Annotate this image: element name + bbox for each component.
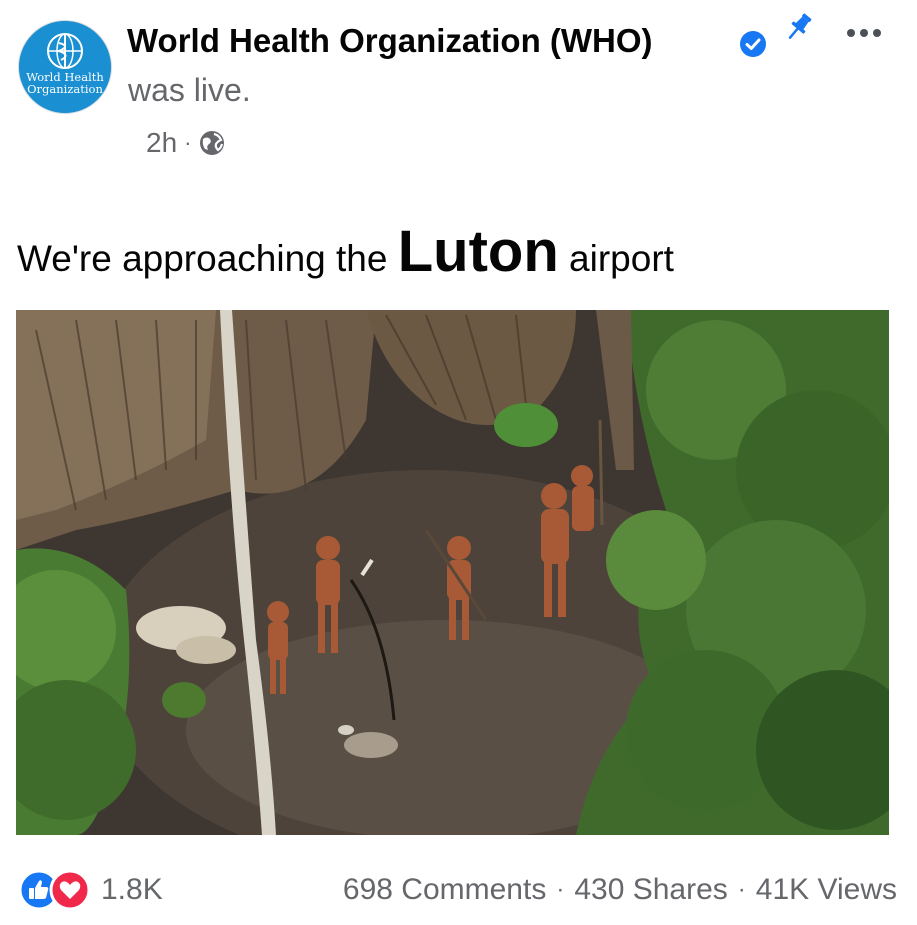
post-timestamp[interactable]: 2h xyxy=(146,127,177,159)
page-name-link[interactable]: World Health Organization (WHO) xyxy=(127,22,653,60)
facebook-post: World Health Organization World Health O… xyxy=(0,0,917,925)
live-status: was live. xyxy=(128,72,251,108)
caption-text-after: airport xyxy=(558,238,674,279)
pin-icon xyxy=(788,13,812,39)
comments-count-link[interactable]: 698 Comments xyxy=(343,873,546,907)
reaction-count: 1.8K xyxy=(101,873,163,906)
page-avatar[interactable]: World Health Organization xyxy=(18,20,112,114)
love-icon xyxy=(49,869,91,911)
caption-text-before: We're approaching the xyxy=(17,238,398,279)
post-photo[interactable] xyxy=(16,310,889,835)
stats-separator: · xyxy=(556,876,565,903)
avatar-text-line2: Organization xyxy=(27,82,103,96)
engagement-stats: 698 Comments · 430 Shares · 41K Views xyxy=(343,870,897,910)
more-options-icon[interactable] xyxy=(844,22,884,44)
post-caption: We're approaching the Luton airport xyxy=(17,218,674,285)
reactions-summary[interactable]: 1.8K xyxy=(18,869,163,911)
verified-badge-icon xyxy=(740,31,766,57)
globe-icon xyxy=(200,131,225,155)
meta-separator: · xyxy=(184,130,192,155)
shares-count-link[interactable]: 430 Shares xyxy=(574,873,727,907)
views-count: 41K Views xyxy=(755,873,897,906)
stats-separator: · xyxy=(737,876,746,903)
caption-emphasis: Luton xyxy=(397,219,559,284)
aerial-photo-image xyxy=(16,310,889,835)
post-meta: 2h · xyxy=(146,125,226,161)
who-emblem-icon xyxy=(19,21,111,113)
